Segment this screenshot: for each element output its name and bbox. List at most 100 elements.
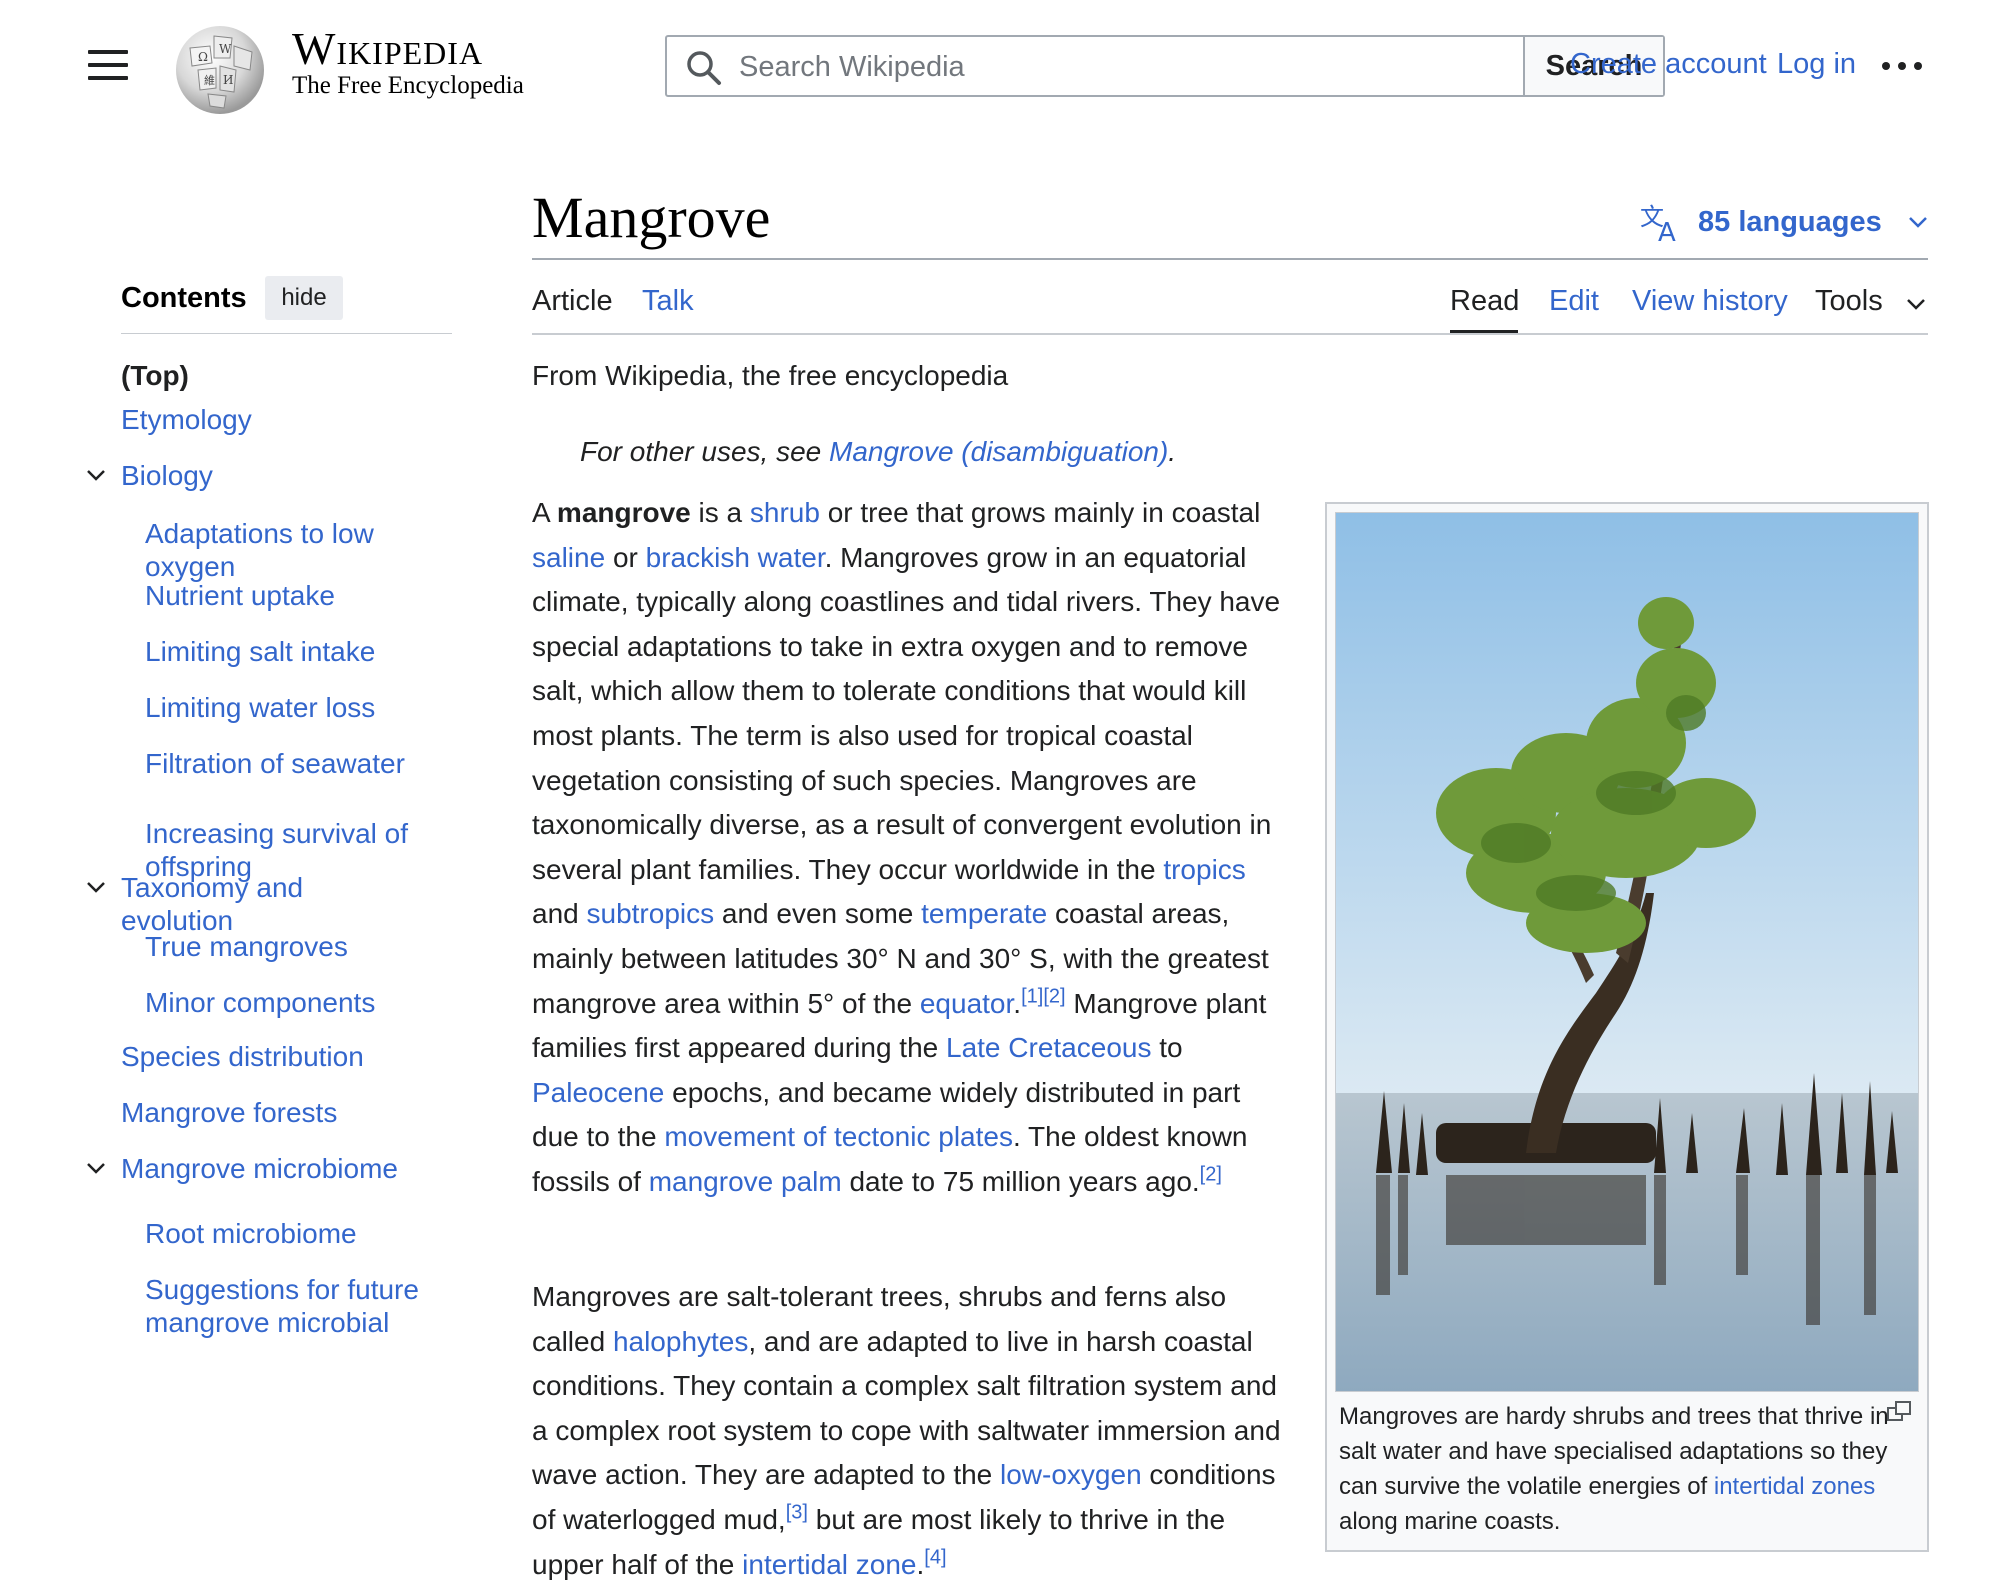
toc-item[interactable]: Etymology <box>121 403 421 436</box>
text-run: to <box>1151 1032 1183 1064</box>
toc-item[interactable]: Biology <box>121 459 421 492</box>
search-icon <box>687 51 721 85</box>
text-run: or <box>605 541 646 573</box>
citation-link[interactable]: [4] <box>924 1546 946 1568</box>
wiki-link[interactable]: mangrove palm <box>649 1166 842 1197</box>
chevron-down-icon[interactable] <box>84 463 108 487</box>
toc-item[interactable]: Nutrient uptake <box>145 579 435 612</box>
disambiguation-link[interactable]: Mangrove (disambiguation) <box>829 436 1168 467</box>
article-paragraph-1: A mangrove is a shrub or tree that grows… <box>532 491 1292 1205</box>
toc-item-top[interactable]: (Top) <box>121 360 189 392</box>
wiki-link[interactable]: halophytes <box>613 1326 748 1357</box>
wiki-link[interactable]: temperate <box>921 898 1047 929</box>
toc-item[interactable]: True mangroves <box>145 930 435 963</box>
language-button[interactable]: 文 A 85 languages <box>1640 200 1930 244</box>
toc-item[interactable]: Mangrove forests <box>121 1096 421 1129</box>
citation-link[interactable]: [3] <box>786 1502 808 1524</box>
figure-caption: Mangroves are hardy shrubs and trees tha… <box>1339 1399 1894 1539</box>
wiki-link[interactable]: equator <box>920 988 1013 1019</box>
page-title: Mangrove <box>532 185 771 250</box>
translate-icon: 文 A <box>1640 203 1676 243</box>
languages-label: 85 languages <box>1698 205 1882 238</box>
text-run: or tree that grows mainly in coastal <box>819 497 1261 528</box>
toc-item[interactable]: Taxonomy and evolution <box>121 871 421 937</box>
svg-text:И: И <box>223 73 233 87</box>
wikipedia-globe-logo[interactable]: Ω W И 維 <box>170 18 270 118</box>
wiki-link[interactable]: brackish water <box>646 542 825 573</box>
wikipedia-tagline: The Free Encyclopedia <box>292 72 524 99</box>
tab-edit[interactable]: Edit <box>1549 285 1599 318</box>
wiki-link[interactable]: movement of tectonic plates <box>664 1121 1013 1152</box>
text-run: . Mangroves grow in an equatorial climat… <box>532 541 1281 885</box>
search-field[interactable] <box>667 37 1523 97</box>
infobox-figure: Mangroves are hardy shrubs and trees tha… <box>1325 502 1929 1552</box>
text-run: and even some <box>714 898 922 930</box>
text-run: along marine coasts. <box>1339 1508 1561 1535</box>
toc-item[interactable]: Limiting water loss <box>145 691 435 724</box>
tab-view-history[interactable]: View history <box>1632 285 1788 318</box>
wiki-link[interactable]: intertidal zone <box>742 1549 916 1580</box>
svg-text:Ω: Ω <box>198 50 208 64</box>
toc-divider <box>121 333 452 334</box>
wiki-link[interactable]: tropics <box>1163 854 1245 885</box>
hatnote-suffix: . <box>1168 436 1177 467</box>
svg-text:維: 維 <box>204 74 215 87</box>
log-in-link[interactable]: Log in <box>1777 48 1856 81</box>
citation: [2] <box>1200 1164 1222 1186</box>
citation: [1] <box>1021 985 1043 1007</box>
chevron-down-icon[interactable] <box>84 875 108 899</box>
tab-talk[interactable]: Talk <box>642 285 694 318</box>
citation-link[interactable]: [1] <box>1021 985 1043 1007</box>
wiki-link[interactable]: shrub <box>750 497 820 528</box>
toc-item[interactable]: Mangrove microbiome <box>121 1152 421 1185</box>
wiki-link[interactable]: low-oxygen <box>1000 1459 1142 1490</box>
chevron-down-icon <box>1908 217 1927 228</box>
toc-item[interactable]: Suggestions for future mangrove microbia… <box>145 1273 435 1339</box>
tab-article[interactable]: Article <box>532 285 613 318</box>
wiki-link[interactable]: subtropics <box>587 898 715 929</box>
toc-item[interactable]: Root microbiome <box>145 1217 435 1250</box>
more-options-icon[interactable] <box>1882 52 1926 80</box>
text-run: and <box>532 898 587 930</box>
mangrove-photo[interactable] <box>1335 512 1919 1392</box>
citation: [3] <box>786 1502 808 1524</box>
bold-term: mangrove <box>556 497 691 528</box>
title-divider <box>532 258 1928 260</box>
text-run: date to 75 million years ago. <box>841 1165 1200 1197</box>
menu-icon[interactable] <box>88 50 130 82</box>
citation: [2] <box>1043 985 1065 1007</box>
article-paragraph-2: Mangroves are salt-tolerant trees, shrub… <box>532 1275 1292 1587</box>
toc-item[interactable]: Species distribution <box>121 1040 421 1073</box>
mangrove-photo-illustration <box>1336 513 1918 1391</box>
tab-read[interactable]: Read <box>1450 285 1519 318</box>
toc-hide-button[interactable]: hide <box>265 276 343 320</box>
create-account-link[interactable]: Create account <box>1570 48 1767 81</box>
wiki-link[interactable]: Late Cretaceous <box>946 1032 1151 1063</box>
wiki-link[interactable]: saline <box>532 542 605 573</box>
toc-item[interactable]: Filtration of seawater <box>145 747 435 780</box>
chevron-down-icon[interactable] <box>1904 292 1928 316</box>
wiki-link[interactable]: Paleocene <box>532 1077 664 1108</box>
tabs-divider <box>532 333 1928 335</box>
toc-item[interactable]: Adaptations to low oxygen <box>145 517 435 583</box>
search-input[interactable] <box>737 37 1361 97</box>
toc-item[interactable]: Limiting salt intake <box>145 635 435 668</box>
wiki-link[interactable]: intertidal zones <box>1714 1473 1875 1500</box>
citation-link[interactable]: [2] <box>1043 985 1065 1007</box>
site-subtitle: From Wikipedia, the free encyclopedia <box>532 360 1009 391</box>
svg-text:W: W <box>219 42 232 56</box>
svg-text:A: A <box>1658 218 1676 243</box>
citation-link[interactable]: [2] <box>1200 1164 1222 1186</box>
wikipedia-wordmark[interactable]: Wikipedia <box>292 22 483 75</box>
toc-item[interactable]: Minor components <box>145 986 435 1019</box>
chevron-down-icon[interactable] <box>84 1156 108 1180</box>
toc-title: Contents <box>121 282 247 314</box>
text-run: A <box>532 497 557 528</box>
hatnote-prefix: For other uses, see <box>580 436 830 467</box>
text-run: . <box>1013 987 1022 1019</box>
tab-tools[interactable]: Tools <box>1815 285 1883 318</box>
citation: [4] <box>924 1546 946 1568</box>
toc-fade <box>100 1360 460 1400</box>
text-run: is a <box>690 497 750 528</box>
hatnote: For other uses, see Mangrove (disambigua… <box>580 436 1176 468</box>
